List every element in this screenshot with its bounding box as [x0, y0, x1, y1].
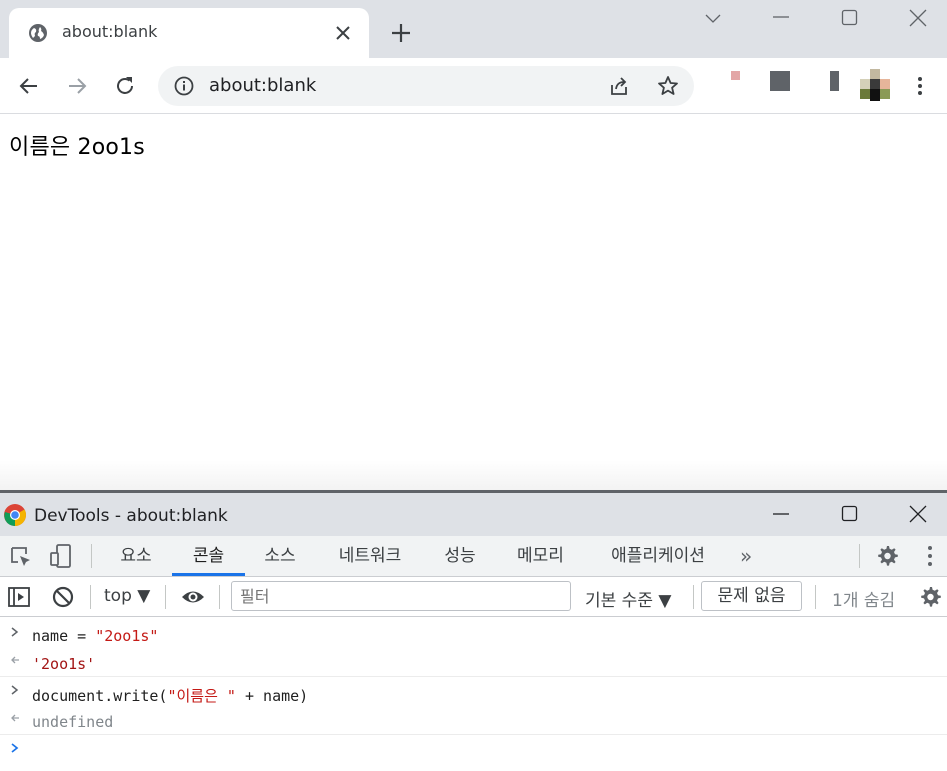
device-toolbar-icon[interactable]	[49, 544, 73, 568]
minimize-icon[interactable]	[771, 8, 791, 28]
browser-tab[interactable]: about:blank	[9, 8, 369, 58]
browser-toolbar: about:blank	[0, 58, 947, 114]
devtools-minimize-icon[interactable]	[771, 504, 791, 524]
tab-title: about:blank	[62, 22, 158, 41]
tab-strip: about:blank	[0, 0, 947, 58]
more-menu-icon[interactable]	[910, 74, 930, 98]
console-input-text: document.write("이름은 " + name)	[32, 687, 309, 705]
divider	[165, 585, 166, 609]
console-filter-bar: top ▼ 기본 수준 ▼ 문제 없음 1개 숨김	[0, 577, 947, 617]
page-content: 이름은 2oo1s	[0, 115, 947, 490]
result-arrow-icon	[11, 714, 19, 722]
tab-performance[interactable]: 성능	[432, 536, 488, 576]
console-input-line: name = "2oo1s"	[0, 620, 947, 649]
devtools-maximize-icon[interactable]	[840, 504, 860, 524]
console-result-line: '2oo1s'	[0, 648, 947, 677]
divider	[859, 544, 860, 568]
back-icon[interactable]	[17, 74, 41, 98]
tab-memory[interactable]: 메모리	[503, 536, 578, 576]
extension-icon[interactable]	[731, 71, 740, 80]
log-level-selector[interactable]: 기본 수준 ▼	[585, 586, 671, 611]
more-tabs-button[interactable]: »	[740, 536, 752, 576]
clear-console-icon[interactable]	[51, 585, 75, 609]
issues-button[interactable]: 문제 없음	[701, 581, 802, 611]
devtools-tab-bar: 요소 콘솔 소스 네트워크 성능 메모리 애플리케이션 »	[0, 536, 947, 577]
close-tab-icon[interactable]	[333, 23, 353, 43]
input-chevron-icon	[11, 685, 19, 695]
console-input-line: document.write("이름은 " + name)	[0, 678, 947, 707]
divider	[90, 585, 91, 609]
console-result-line: undefined	[0, 706, 947, 735]
settings-gear-icon[interactable]	[875, 544, 899, 568]
tab-sources[interactable]: 소스	[252, 536, 308, 576]
prompt-chevron-icon	[11, 743, 19, 753]
console-result-text: undefined	[32, 713, 114, 731]
forward-icon[interactable]	[65, 74, 89, 98]
share-icon[interactable]	[608, 75, 630, 97]
console-result-text: '2oo1s'	[32, 655, 96, 673]
tab-network[interactable]: 네트워크	[323, 536, 417, 576]
info-icon[interactable]	[174, 76, 194, 96]
page-divider-shadow	[0, 460, 947, 490]
tab-elements[interactable]: 요소	[108, 536, 164, 576]
divider	[91, 544, 92, 568]
console-prompt-line[interactable]	[0, 736, 947, 765]
extension-icon[interactable]	[830, 71, 839, 91]
extension-icon[interactable]	[770, 71, 790, 91]
address-bar[interactable]: about:blank	[158, 66, 694, 106]
divider	[693, 585, 694, 609]
profile-avatar[interactable]	[860, 69, 890, 101]
live-expression-eye-icon[interactable]	[181, 585, 205, 609]
divider	[815, 585, 816, 609]
maximize-icon[interactable]	[840, 8, 860, 28]
console-input-text: name = "2oo1s"	[32, 627, 159, 645]
address-text[interactable]: about:blank	[209, 75, 316, 96]
page-text: 이름은 2oo1s	[9, 135, 145, 160]
show-sidebar-icon[interactable]	[7, 585, 31, 609]
new-tab-icon[interactable]	[390, 22, 412, 44]
devtools-close-icon[interactable]	[908, 504, 928, 524]
context-selector[interactable]: top ▼	[104, 586, 150, 606]
devtools-menu-icon[interactable]	[920, 544, 940, 568]
devtools-window-title: DevTools - about:blank	[34, 506, 228, 526]
input-chevron-icon	[11, 627, 19, 637]
globe-icon	[29, 24, 47, 42]
console-output[interactable]: name = "2oo1s" '2oo1s' document.write("이…	[0, 617, 947, 771]
tab-search-icon[interactable]	[703, 8, 723, 28]
hidden-messages-count: 1개 숨김	[832, 591, 896, 611]
reload-icon[interactable]	[113, 74, 137, 98]
tab-console[interactable]: 콘솔	[172, 536, 245, 576]
bookmark-star-icon[interactable]	[656, 74, 680, 98]
tab-application[interactable]: 애플리케이션	[593, 536, 723, 576]
chrome-logo-icon	[4, 504, 26, 526]
filter-input[interactable]	[231, 581, 571, 611]
inspect-element-icon[interactable]	[9, 545, 33, 569]
console-settings-gear-icon[interactable]	[918, 585, 942, 609]
divider	[219, 585, 220, 609]
devtools-titlebar: DevTools - about:blank	[0, 493, 947, 536]
close-window-icon[interactable]	[908, 8, 928, 28]
result-arrow-icon	[11, 656, 19, 664]
